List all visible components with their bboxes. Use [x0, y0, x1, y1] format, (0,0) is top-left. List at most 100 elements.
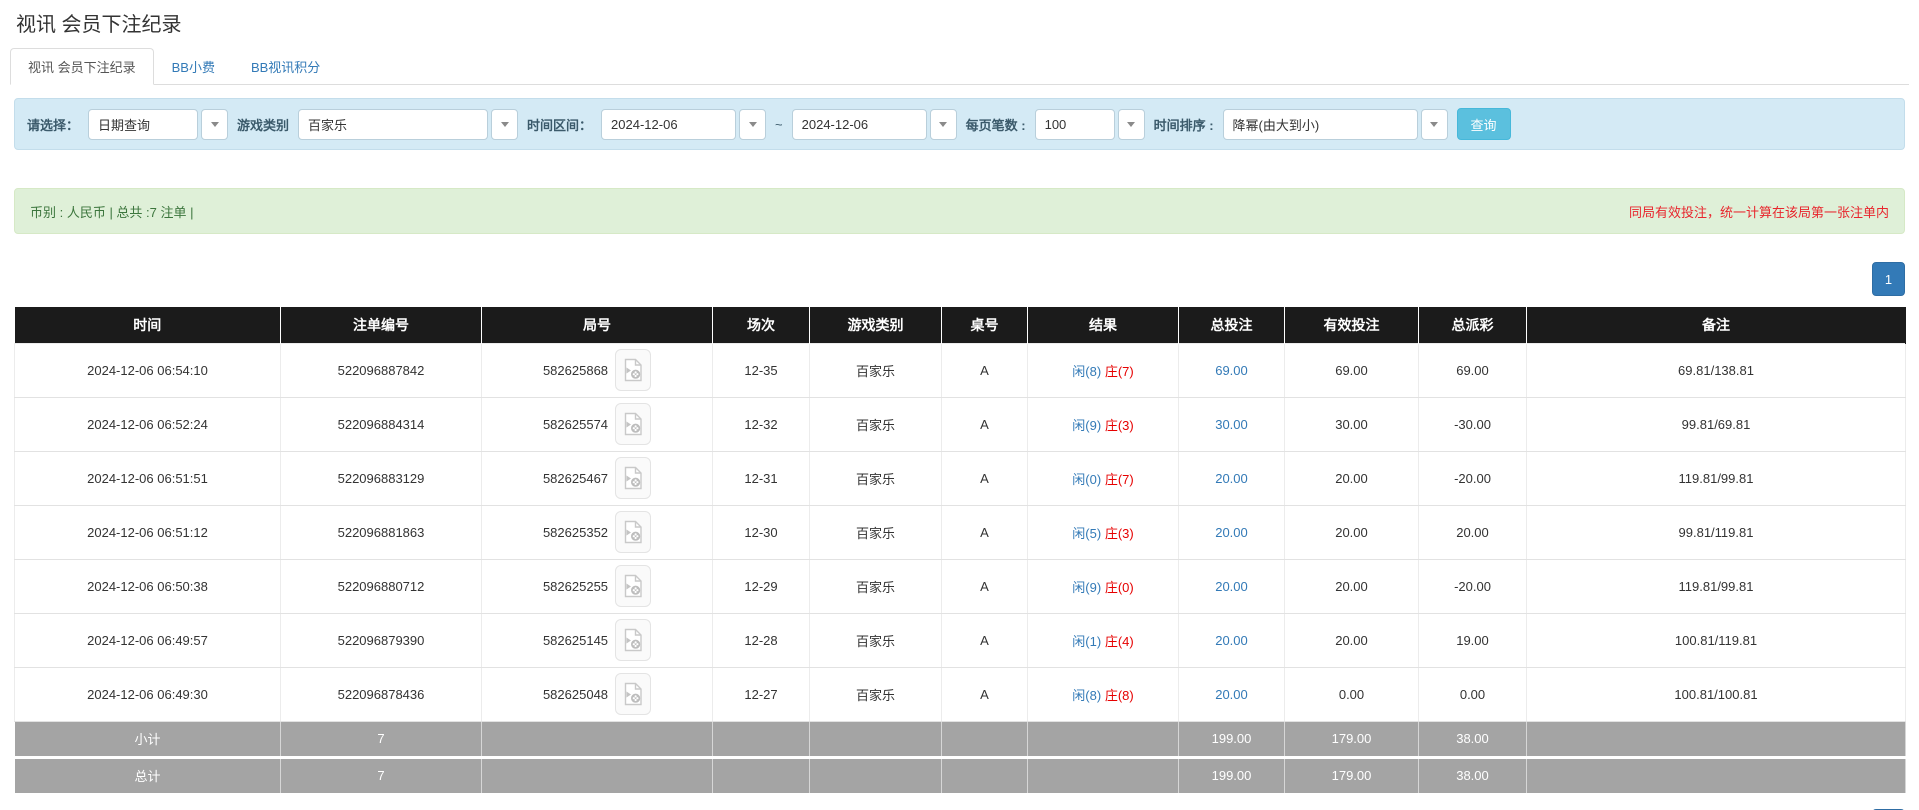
table-body: 2024-12-06 06:54:10 522096887842 5826258…	[15, 343, 1906, 721]
game-type-value[interactable]: 百家乐	[298, 109, 488, 140]
chevron-down-icon[interactable]	[201, 109, 228, 140]
cell-valid-bet: 20.00	[1285, 559, 1419, 613]
chevron-down-icon[interactable]	[1118, 109, 1145, 140]
cell-session: 12-28	[713, 613, 810, 667]
total-bet-link[interactable]: 20.00	[1215, 633, 1248, 648]
header-valid-bet: 有效投注	[1285, 307, 1419, 343]
cell-game-type: 百家乐	[810, 343, 942, 397]
cell-time: 2024-12-06 06:52:24	[15, 397, 281, 451]
cell-result: 闲(9) 庄(3)	[1028, 397, 1179, 451]
cell-payout: 69.00	[1419, 343, 1527, 397]
total-count: 7	[281, 757, 482, 793]
date-to-select[interactable]: 2024-12-06	[792, 109, 957, 140]
summary-bar: 币别 : 人民币 | 总共 :7 注单 | 同局有效投注，统一计算在该局第一张注…	[14, 188, 1905, 234]
tab-video-bet-records[interactable]: 视讯 会员下注纪录	[10, 48, 154, 85]
cell-bet-no: 522096884314	[281, 397, 482, 451]
chevron-down-icon[interactable]	[930, 109, 957, 140]
total-bet-link[interactable]: 69.00	[1215, 363, 1248, 378]
tab-bb-video-points[interactable]: BB视讯积分	[233, 48, 338, 85]
cell-bet-no: 522096879390	[281, 613, 482, 667]
cell-total-bet: 20.00	[1179, 559, 1285, 613]
query-button[interactable]: 查询	[1457, 108, 1511, 140]
query-type-select[interactable]: 日期查询	[88, 109, 228, 140]
date-from-value[interactable]: 2024-12-06	[601, 109, 736, 140]
total-bet-link[interactable]: 30.00	[1215, 417, 1248, 432]
cell-result: 闲(8) 庄(7)	[1028, 343, 1179, 397]
cell-time: 2024-12-06 06:50:38	[15, 559, 281, 613]
video-replay-button[interactable]	[615, 457, 651, 499]
table-row: 2024-12-06 06:49:30 522096878436 5826250…	[15, 667, 1906, 721]
round-no-text: 582625352	[543, 525, 608, 540]
cell-result: 闲(1) 庄(4)	[1028, 613, 1179, 667]
cell-session: 12-29	[713, 559, 810, 613]
cell-game-type: 百家乐	[810, 559, 942, 613]
header-total-bet: 总投注	[1179, 307, 1285, 343]
total-bet-link[interactable]: 20.00	[1215, 579, 1248, 594]
cell-table-no: A	[942, 505, 1028, 559]
query-type-value[interactable]: 日期查询	[88, 109, 198, 140]
cell-payout: -30.00	[1419, 397, 1527, 451]
video-replay-button[interactable]	[615, 673, 651, 715]
cell-valid-bet: 20.00	[1285, 505, 1419, 559]
date-to-value[interactable]: 2024-12-06	[792, 109, 927, 140]
cell-time: 2024-12-06 06:49:30	[15, 667, 281, 721]
cell-game-type: 百家乐	[810, 667, 942, 721]
result-banker: 庄(0)	[1105, 580, 1134, 595]
chevron-down-icon[interactable]	[491, 109, 518, 140]
table-row: 2024-12-06 06:51:12 522096881863 5826253…	[15, 505, 1906, 559]
total-bet-link[interactable]: 20.00	[1215, 525, 1248, 540]
total-bet-link[interactable]: 20.00	[1215, 471, 1248, 486]
round-no-text: 582625868	[543, 363, 608, 378]
video-file-icon	[623, 628, 643, 652]
subtotal-payout: 38.00	[1419, 721, 1527, 757]
result-player: 闲(9)	[1072, 418, 1101, 433]
total-payout: 38.00	[1419, 757, 1527, 793]
cell-remark: 100.81/100.81	[1527, 667, 1906, 721]
query-type-label: 请选择：	[27, 115, 79, 134]
cell-result: 闲(9) 庄(0)	[1028, 559, 1179, 613]
cell-table-no: A	[942, 451, 1028, 505]
cell-valid-bet: 30.00	[1285, 397, 1419, 451]
bet-records-table-wrap: 时间 注单编号 局号 场次 游戏类别 桌号 结果 总投注 有效投注 总派彩 备注…	[14, 307, 1905, 793]
header-round-no: 局号	[482, 307, 713, 343]
result-player: 闲(1)	[1072, 634, 1101, 649]
video-replay-button[interactable]	[615, 511, 651, 553]
cell-time: 2024-12-06 06:54:10	[15, 343, 281, 397]
page-title: 视讯 会员下注纪录	[16, 8, 1919, 37]
chevron-down-icon[interactable]	[1421, 109, 1448, 140]
cell-remark: 69.81/138.81	[1527, 343, 1906, 397]
cell-game-type: 百家乐	[810, 613, 942, 667]
chevron-down-icon[interactable]	[739, 109, 766, 140]
total-bet-link[interactable]: 20.00	[1215, 687, 1248, 702]
header-payout: 总派彩	[1419, 307, 1527, 343]
game-type-select[interactable]: 百家乐	[298, 109, 518, 140]
sort-order-select[interactable]: 降幂(由大到小)	[1223, 109, 1448, 140]
cell-session: 12-32	[713, 397, 810, 451]
page-button-1[interactable]: 1	[1872, 262, 1905, 296]
sort-order-label: 时间排序 :	[1154, 115, 1214, 134]
header-table-no: 桌号	[942, 307, 1028, 343]
date-from-select[interactable]: 2024-12-06	[601, 109, 766, 140]
subtotal-total-bet: 199.00	[1179, 721, 1285, 757]
cell-total-bet: 20.00	[1179, 505, 1285, 559]
total-total-bet: 199.00	[1179, 757, 1285, 793]
table-row: 2024-12-06 06:50:38 522096880712 5826252…	[15, 559, 1906, 613]
video-replay-button[interactable]	[615, 349, 651, 391]
video-replay-button[interactable]	[615, 403, 651, 445]
video-replay-button[interactable]	[615, 565, 651, 607]
table-row: 2024-12-06 06:52:24 522096884314 5826255…	[15, 397, 1906, 451]
page-size-value[interactable]: 100	[1035, 109, 1115, 140]
cell-result: 闲(5) 庄(3)	[1028, 505, 1179, 559]
sort-order-value[interactable]: 降幂(由大到小)	[1223, 109, 1418, 140]
result-banker: 庄(7)	[1105, 472, 1134, 487]
tab-bb-tip[interactable]: BB小费	[154, 48, 233, 85]
tab-bar: 视讯 会员下注纪录 BB小费 BB视讯积分	[10, 47, 1909, 85]
video-replay-button[interactable]	[615, 619, 651, 661]
cell-round-no: 582625255	[482, 559, 713, 613]
page-size-select[interactable]: 100	[1035, 109, 1145, 140]
cell-total-bet: 20.00	[1179, 451, 1285, 505]
subtotal-label: 小计	[15, 721, 281, 757]
header-bet-no: 注单编号	[281, 307, 482, 343]
cell-valid-bet: 69.00	[1285, 343, 1419, 397]
result-banker: 庄(8)	[1105, 688, 1134, 703]
